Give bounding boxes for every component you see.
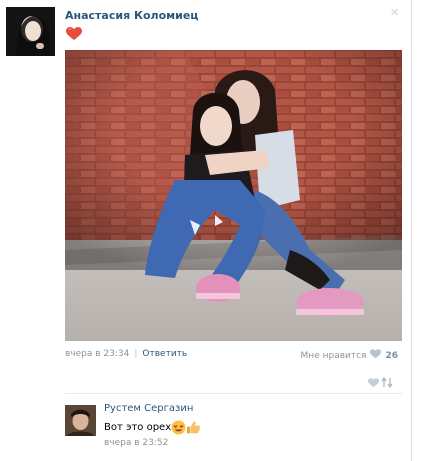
- feed-right-border: [411, 0, 412, 461]
- share-icon[interactable]: [381, 373, 393, 392]
- heart-icon: [370, 349, 382, 362]
- like-label: Мне нравится: [300, 350, 367, 361]
- comment-text-row: Вот это орех: [104, 420, 201, 435]
- heart-outline-icon[interactable]: [368, 373, 379, 392]
- author-avatar[interactable]: [6, 7, 55, 56]
- post-timestamp[interactable]: вчера в 23:34: [65, 349, 129, 359]
- like-count: 26: [385, 350, 398, 361]
- commenter-avatar[interactable]: [65, 405, 96, 436]
- comments-divider: [65, 393, 402, 394]
- post-actions: [368, 373, 393, 392]
- reply-link[interactable]: Ответить: [142, 349, 187, 359]
- like-button[interactable]: Мне нравится 26: [301, 349, 398, 362]
- post-meta: вчера в 23:34 | Ответить: [65, 349, 187, 359]
- heart-eyes-emoji-icon: [171, 420, 186, 435]
- comment-text: Вот это орех: [104, 422, 172, 433]
- comment-timestamp[interactable]: вчера в 23:52: [104, 438, 168, 448]
- post-author-name[interactable]: Анастасия Коломиец: [65, 9, 198, 22]
- post-photo[interactable]: [65, 50, 402, 341]
- meta-separator: |: [134, 349, 138, 359]
- thumbs-up-emoji-icon: [186, 420, 201, 435]
- comment-author-name[interactable]: Рустем Сергазин: [104, 403, 193, 414]
- heart-emoji-icon: [66, 26, 82, 40]
- close-icon[interactable]: ✕: [390, 6, 399, 19]
